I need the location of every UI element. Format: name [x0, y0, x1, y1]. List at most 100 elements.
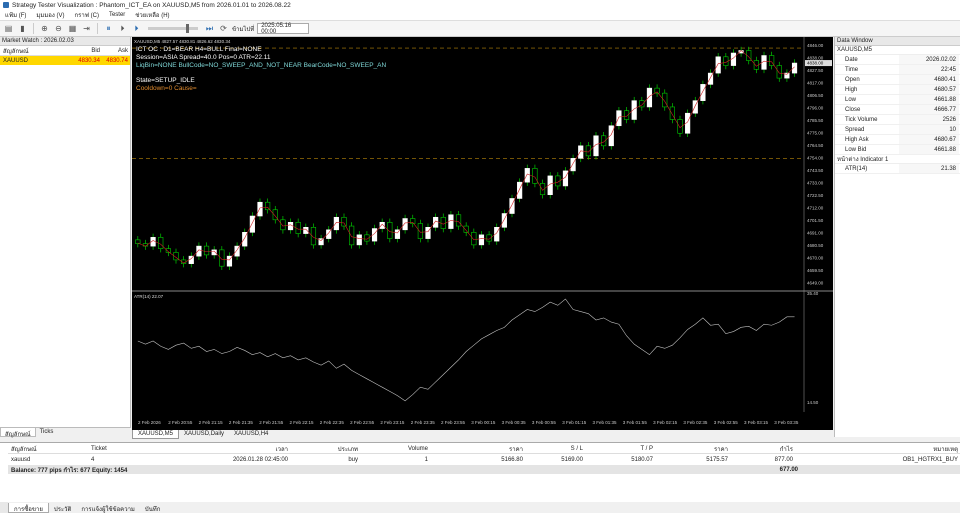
- terminal-cell: สัญลักษณ์: [11, 447, 37, 453]
- step-icon[interactable]: ⏵: [117, 23, 128, 34]
- terminal-cell: หมายเหตุ: [933, 447, 958, 453]
- data-window-value: 4661.88: [899, 145, 959, 154]
- tab-chart-daily[interactable]: XAUUSD,Daily: [179, 430, 229, 439]
- terminal-trade-row[interactable]: xauusd 4 2026.01.28 02:45:00 buy 1 5166.80 516…: [8, 455, 960, 464]
- time-tick-label: 2 Feb 23:15: [380, 420, 405, 425]
- terminal-cell: Volume: [407, 446, 428, 452]
- price-chart[interactable]: 4846.00 4838.00 4827.50 4817.00 4806.50 4796.…: [132, 37, 833, 430]
- zoom-in-icon[interactable]: ⊕: [39, 23, 50, 34]
- candle-body: [433, 216, 439, 228]
- tab-ticks[interactable]: Ticks: [36, 428, 58, 437]
- time-tick-label: 2 Feb 20:55: [168, 420, 193, 425]
- time-tick-label: 3 Feb 01:35: [593, 420, 618, 425]
- candle-body: [257, 201, 263, 217]
- data-window-key: Open: [845, 76, 860, 83]
- grid-icon[interactable]: ▦: [67, 23, 78, 34]
- candle-body: [715, 56, 721, 74]
- chart-type-icon[interactable]: ▮: [17, 23, 28, 34]
- ea-cooldown-line: Cooldown=0 Cause=: [136, 85, 197, 92]
- terminal-cell: 5166.80: [501, 456, 523, 463]
- candle-body: [219, 249, 225, 267]
- data-window-key: Time: [845, 66, 859, 73]
- col-symbol[interactable]: สัญลักษณ์: [0, 46, 70, 56]
- col-ask[interactable]: Ask: [100, 48, 130, 54]
- speed-slider-thumb[interactable]: [186, 24, 189, 33]
- data-window-value: 2026.02.02: [899, 55, 959, 64]
- zoom-out-icon[interactable]: ⊖: [53, 23, 64, 34]
- row-bid: 4830.34: [78, 57, 100, 64]
- data-window-title: Data Window: [835, 37, 960, 46]
- time-tick-label: 3 Feb 01:15: [562, 420, 587, 425]
- indicator-label: ATR(14) 22.07: [134, 294, 164, 299]
- time-tick-label: 3 Feb 00:15: [471, 420, 496, 425]
- terminal-cell: กำไร: [779, 447, 793, 453]
- row-ask: 4830.74: [106, 57, 128, 64]
- tab-chart-h4[interactable]: XAUUSD,H4: [229, 430, 273, 439]
- speed-slider[interactable]: [148, 24, 198, 33]
- menu-help[interactable]: ช่วยเหลือ (H): [130, 10, 174, 20]
- price-tick-label: 4806.50: [807, 93, 824, 98]
- tab-trade[interactable]: การซื้อขาย: [8, 503, 49, 513]
- data-window-value: 4661.88: [899, 95, 959, 104]
- price-tick-label: 4764.50: [807, 143, 824, 148]
- balance-text: Balance: 777 pips กำไร: 677 Equity: 1454: [11, 467, 128, 474]
- ea-info-line: ICT OC : D1=BEAR H4=BULL Final=NONE: [136, 46, 262, 53]
- market-watch-row[interactable]: XAUUSD 4830.34 4830.74: [0, 56, 130, 65]
- data-window-key: High: [845, 86, 858, 93]
- candle-body: [410, 218, 416, 224]
- menu-chart[interactable]: กราฟ (C): [69, 10, 103, 20]
- candle-body: [303, 227, 309, 234]
- menu-view[interactable]: มุมมอง (V): [31, 10, 69, 20]
- fast-forward-icon[interactable]: ⏭: [204, 23, 215, 34]
- data-window-row: High 4680.57: [835, 85, 960, 95]
- tab-symbols[interactable]: สัญลักษณ์: [0, 428, 36, 438]
- data-window-value: 2526: [899, 115, 959, 124]
- time-tick-label: 3 Feb 00:35: [502, 420, 527, 425]
- chart-header-text: XAUUSD,M5 4827.57 4830.81 4826.62 4830.3…: [134, 39, 231, 44]
- candle-body: [509, 198, 515, 214]
- pause-icon[interactable]: ⏸: [103, 23, 114, 34]
- data-window-value: 10: [899, 125, 959, 134]
- candle-body: [616, 110, 622, 127]
- terminal-cell: 5169.00: [561, 456, 583, 463]
- time-tick-label: 3 Feb 02:35: [683, 420, 708, 425]
- tab-chart-m5[interactable]: XAUUSD,M5: [132, 430, 180, 439]
- goto-icon[interactable]: ⟳: [218, 23, 229, 34]
- candle-body: [265, 201, 271, 211]
- time-tick-label: 2 Feb 2026: [138, 420, 161, 425]
- window-title: Strategy Tester Visualization : Phantom_…: [12, 1, 291, 9]
- app-window: Strategy Tester Visualization : Phantom_…: [0, 0, 960, 513]
- time-tick-label: 3 Feb 00:55: [532, 420, 557, 425]
- menu-tester[interactable]: Tester: [104, 12, 130, 18]
- candle-body: [662, 92, 668, 108]
- terminal-cell: T / P: [640, 446, 653, 452]
- chart-area[interactable]: 4846.00 4838.00 4827.50 4817.00 4806.50 4796.…: [132, 37, 833, 437]
- indicator-rows: ATR(14) 21.38: [835, 164, 960, 174]
- price-tick-label: 4827.50: [807, 68, 824, 73]
- tab-alerts[interactable]: การแจ้งผู้ใช้ข้อความ: [76, 503, 139, 513]
- goto-date-input[interactable]: 2025.05.16 00:00: [257, 23, 310, 35]
- goto-label: ข้ามไปที่: [232, 26, 255, 33]
- chart-shift-icon[interactable]: ⇥: [81, 23, 92, 34]
- atr-tick-label: 35.40: [807, 291, 819, 296]
- tab-history[interactable]: ประวัติ: [49, 503, 77, 513]
- play-icon[interactable]: ⏵: [131, 23, 142, 34]
- col-bid[interactable]: Bid: [70, 48, 100, 54]
- menu-file[interactable]: แฟ้ม (F): [0, 10, 31, 20]
- title-bar: Strategy Tester Visualization : Phantom_…: [0, 0, 960, 10]
- atr-tick-label: 14.50: [807, 400, 819, 405]
- terminal-cell: ราคา: [509, 447, 523, 453]
- balance-total: 677.00: [779, 466, 798, 473]
- menu-bar: แฟ้ม (F) มุมมอง (V) กราฟ (C) Tester ช่วย…: [0, 10, 960, 21]
- tab-journal[interactable]: บันทึก: [140, 503, 166, 513]
- terminal-cell: เวลา: [275, 447, 288, 453]
- candle-body: [578, 145, 584, 159]
- candle-body: [524, 168, 530, 183]
- candle-body: [203, 245, 210, 256]
- time-tick-label: 2 Feb 23:35: [411, 420, 436, 425]
- terminal-cell: ราคา: [714, 447, 728, 453]
- time-tick-label: 2 Feb 21:55: [259, 420, 284, 425]
- terminal-cell: 2026.01.28 02:45:00: [232, 456, 288, 463]
- terminal-cell: 877.00: [774, 456, 793, 463]
- new-chart-icon[interactable]: ▤: [3, 23, 14, 34]
